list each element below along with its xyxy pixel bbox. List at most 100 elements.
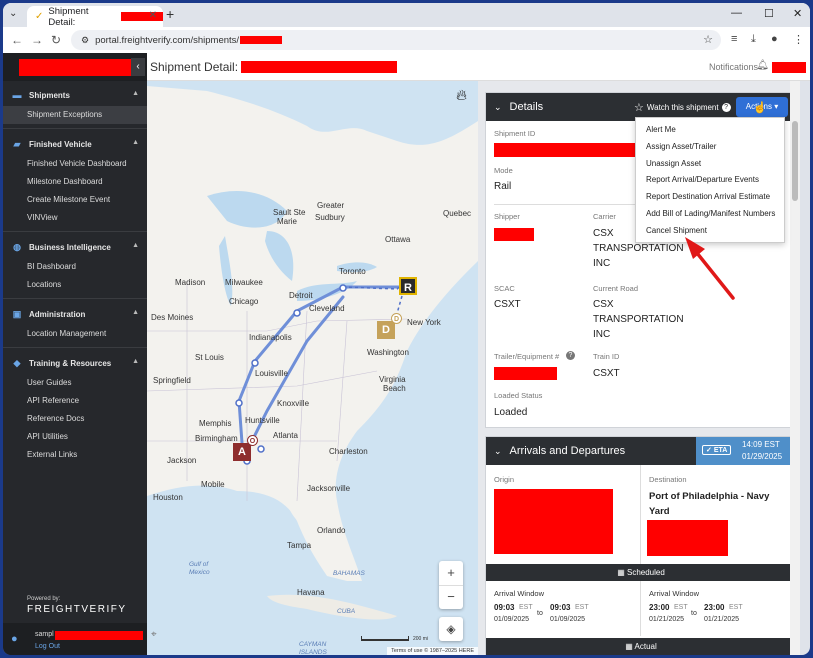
chevron-down-icon[interactable]: ⌄ bbox=[494, 446, 502, 457]
shipper-label: Shipper bbox=[494, 212, 520, 221]
redaction bbox=[494, 228, 534, 241]
map-label: Houston bbox=[153, 493, 183, 502]
map-footer[interactable]: Terms of use © 1987–2025 HERE bbox=[387, 647, 478, 655]
map-label: Greater bbox=[317, 201, 345, 210]
panel-scrollbar[interactable] bbox=[790, 81, 800, 655]
redaction bbox=[494, 143, 636, 157]
help-icon: ? bbox=[721, 103, 731, 112]
zoom-out-button[interactable]: − bbox=[439, 585, 463, 609]
map-label: Louisville bbox=[255, 369, 288, 378]
eta-date: 01/29/2025 bbox=[742, 452, 783, 461]
profile-icon[interactable]: ● bbox=[771, 33, 778, 45]
mode-value: Rail bbox=[494, 181, 512, 192]
map-label: Mexico bbox=[189, 569, 210, 576]
marker-d[interactable]: D bbox=[377, 321, 395, 339]
map-label: CUBA bbox=[337, 608, 356, 615]
user-area: ● sampl Log Out bbox=[3, 623, 147, 655]
scale-bar bbox=[361, 636, 409, 641]
address-row: ← → ↻ ⚙ portal.freightverify.com/shipmen… bbox=[3, 27, 810, 53]
map-label: Knoxville bbox=[277, 399, 310, 408]
menu-item-add-bill-of-lading[interactable]: Add Bill of Lading/Manifest Numbers bbox=[636, 206, 784, 223]
map-label: Ottawa bbox=[385, 235, 411, 244]
zoom-in-button[interactable]: + bbox=[439, 561, 463, 585]
media-icon[interactable]: ≡ bbox=[731, 33, 737, 45]
back-icon[interactable]: ← bbox=[11, 33, 23, 47]
shipment-map[interactable]: Sault Ste Marie Sudbury Greater Quebec Ottawa… bbox=[147, 81, 478, 655]
map-label: Beach bbox=[383, 384, 406, 393]
page-title: Shipment Detail: bbox=[150, 60, 398, 74]
destination-name-1[interactable]: Port of Philadelphia - Navy bbox=[649, 489, 769, 504]
sidebar-item-api-utilities[interactable]: API Utilities bbox=[3, 428, 147, 446]
menu-item-assign-asset[interactable]: Assign Asset/Trailer bbox=[636, 139, 784, 156]
collapse-sidebar-icon[interactable]: ‹ bbox=[131, 58, 145, 76]
map-label: Gulf of bbox=[189, 561, 209, 568]
sidebar-item-vinview[interactable]: VINView bbox=[3, 209, 147, 227]
menu-item-cancel-shipment[interactable]: Cancel Shipment bbox=[636, 223, 784, 240]
sidebar-item-location-management[interactable]: Location Management bbox=[3, 325, 147, 343]
address-bar[interactable]: ⚙ portal.freightverify.com/shipments/ ☆ bbox=[71, 30, 721, 50]
map-label: Springfield bbox=[153, 376, 191, 385]
sidebar-item-user-guides[interactable]: User Guides bbox=[3, 374, 147, 392]
sidebar-item-fv-dashboard[interactable]: Finished Vehicle Dashboard bbox=[3, 155, 147, 173]
caret-up-icon: ▲ bbox=[132, 358, 139, 365]
browser-tab[interactable]: ✓ Shipment Detail: ✕ bbox=[27, 6, 163, 28]
favicon-icon: ✓ bbox=[35, 11, 44, 22]
menu-item-unassign-asset[interactable]: Unassign Asset bbox=[636, 156, 784, 173]
sidebar-item-locations[interactable]: Locations bbox=[3, 276, 147, 294]
help-icon[interactable]: ? bbox=[566, 351, 575, 360]
maximize-icon[interactable]: ☐ bbox=[764, 7, 774, 20]
sidebar-section-training[interactable]: ◆ Training & Resources ▲ bbox=[3, 352, 147, 374]
sidebar-item-bi-dashboard[interactable]: BI Dashboard bbox=[3, 258, 147, 276]
redaction bbox=[647, 520, 728, 556]
star-outline-icon: ☆ bbox=[634, 102, 644, 114]
notifications-label[interactable]: Notifications bbox=[709, 62, 758, 72]
sidebar-section-bi[interactable]: ◍ Business Intelligence ▲ bbox=[3, 236, 147, 258]
forward-icon[interactable]: → bbox=[31, 33, 43, 47]
menu-item-report-arrival-departure[interactable]: Report Arrival/Departure Events bbox=[636, 172, 784, 189]
flame-icon: 🔥︎ bbox=[456, 87, 468, 104]
sidebar-item-api-reference[interactable]: API Reference bbox=[3, 392, 147, 410]
minimize-icon[interactable]: — bbox=[731, 7, 742, 19]
sidebar-item-create-milestone[interactable]: Create Milestone Event bbox=[3, 191, 147, 209]
road-value-1: CSX bbox=[593, 299, 614, 310]
layers-button[interactable]: ◈ bbox=[439, 617, 463, 641]
map-label: Detroit bbox=[289, 291, 313, 300]
sidebar-section-shipments[interactable]: ▬ Shipments ▲ bbox=[3, 84, 147, 106]
close-window-icon[interactable]: ✕ bbox=[793, 7, 802, 20]
dest-to-time: 23:00 bbox=[704, 603, 725, 612]
map-label: Washington bbox=[367, 348, 409, 357]
close-tab-icon[interactable]: ✕ bbox=[149, 10, 157, 21]
marker-a[interactable]: A bbox=[233, 443, 251, 461]
destination-name-2[interactable]: Yard bbox=[649, 504, 670, 519]
bookmark-star-icon[interactable]: ☆ bbox=[703, 33, 713, 46]
map-label: Des Moines bbox=[151, 313, 194, 322]
sidebar-section-administration[interactable]: ▣ Administration ▲ bbox=[3, 303, 147, 325]
dest-to-date: 01/21/2025 bbox=[704, 616, 740, 623]
site-info-icon[interactable]: ⚙ bbox=[81, 35, 89, 46]
sidebar-item-reference-docs[interactable]: Reference Docs bbox=[3, 410, 147, 428]
reload-icon[interactable]: ↻ bbox=[51, 33, 61, 47]
sidebar-item-external-links[interactable]: External Links bbox=[3, 446, 147, 464]
map-label: Milwaukee bbox=[225, 278, 263, 287]
menu-item-report-destination-estimate[interactable]: Report Destination Arrival Estimate bbox=[636, 189, 784, 206]
bell-icon[interactable]: 🔔︎ bbox=[756, 60, 769, 71]
new-tab-icon[interactable]: + bbox=[166, 6, 174, 22]
marker-r[interactable]: R bbox=[399, 277, 417, 295]
menu-kebab-icon[interactable]: ⋮ bbox=[793, 33, 804, 46]
download-icon[interactable]: ⤓ bbox=[751, 33, 756, 46]
car-icon: ▰ bbox=[13, 138, 21, 149]
logout-link[interactable]: Log Out bbox=[35, 643, 60, 650]
map-label: St Louis bbox=[195, 353, 224, 362]
chevron-down-icon[interactable]: ⌄ bbox=[494, 102, 502, 113]
menu-item-alert-me[interactable]: Alert Me bbox=[636, 122, 784, 139]
map-label: Orlando bbox=[317, 526, 346, 535]
caret-up-icon: ▲ bbox=[132, 90, 139, 97]
map-label: Cleveland bbox=[309, 304, 345, 313]
sidebar-section-finished-vehicle[interactable]: ▰ Finished Vehicle ▲ bbox=[3, 133, 147, 155]
sidebar-item-milestone-dashboard[interactable]: Milestone Dashboard bbox=[3, 173, 147, 191]
watch-shipment-toggle[interactable]: ☆ Watch this shipment ? bbox=[634, 101, 731, 114]
tab-search-icon[interactable]: ⌄ bbox=[9, 8, 17, 19]
map-label: Chicago bbox=[229, 297, 259, 306]
sidebar-item-shipment-exceptions[interactable]: Shipment Exceptions bbox=[3, 106, 147, 124]
freightverify-logo: FREIGHTVERIFY bbox=[27, 604, 127, 615]
